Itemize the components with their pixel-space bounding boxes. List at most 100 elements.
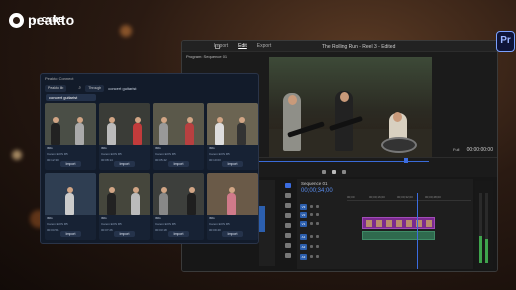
premiere-pro-logo: Pr — [496, 31, 515, 52]
track-label[interactable]: A1 — [300, 233, 307, 240]
import-button[interactable]: Import — [222, 161, 243, 167]
mute-icon[interactable] — [310, 245, 313, 248]
track-label[interactable]: V2 — [300, 211, 307, 218]
result-thumbnail[interactable] — [153, 103, 204, 145]
solo-icon[interactable] — [316, 255, 319, 258]
sequence-tab[interactable]: Sequence 01 — [297, 179, 473, 188]
ruler-mark: 00;00;32;00 — [397, 195, 413, 199]
time-ruler[interactable]: 00;00 00;00;16;00 00;00;32;00 00;00;48;0… — [347, 195, 471, 201]
result-thumbnail[interactable] — [99, 173, 150, 215]
bokeh-light — [120, 25, 132, 37]
search-icon[interactable]: ⌕ — [78, 85, 81, 91]
zoom-select[interactable]: Full — [453, 147, 459, 152]
guitarist-head — [340, 92, 349, 102]
razor-tool-icon[interactable] — [285, 213, 291, 218]
timeline-panel: Sequence 01 00;00;34;00 00;00 00;00;16;0… — [297, 179, 473, 269]
result-card[interactable]: IMG Canon EOS R5 00:09:40 Import — [207, 173, 258, 240]
search-input[interactable]: concert guitarist — [46, 94, 96, 101]
project-panel — [259, 180, 275, 266]
audio-meter-left — [479, 193, 482, 263]
lock-icon[interactable] — [310, 213, 313, 216]
result-card[interactable]: IMG Canon EOS R5 00:10:03 Import — [207, 103, 258, 170]
lock-icon[interactable] — [310, 205, 313, 208]
import-button[interactable]: Import — [60, 161, 81, 167]
brand-company: CYME — [41, 17, 64, 24]
program-monitor-label: Program: Sequence 01 — [186, 54, 228, 59]
solo-icon[interactable] — [316, 235, 319, 238]
selection-tool-icon[interactable] — [285, 183, 291, 188]
result-card[interactable]: IMG Canon EOS R5 00:08:14 Import — [99, 103, 150, 170]
hand-tool-icon[interactable] — [285, 243, 291, 248]
eye-icon[interactable] — [316, 213, 319, 216]
drum-kit — [381, 137, 417, 153]
import-button[interactable]: Import — [168, 231, 189, 237]
result-card[interactable]: IMG Canon EOS R5 00:12:30 Import — [45, 103, 96, 170]
source-select[interactable]: Peakto lib — [45, 84, 67, 92]
pen-tool-icon[interactable] — [285, 233, 291, 238]
import-button[interactable]: Import — [114, 231, 135, 237]
peakto-connect-panel: Peakto Connect Peakto lib ⌕ Through conc… — [40, 73, 259, 244]
lock-icon[interactable] — [310, 222, 313, 225]
result-card[interactable]: IMG Canon EOS R5 00:04:51 Import — [45, 173, 96, 240]
result-card[interactable]: IMG Canon EOS R5 00:07:26 Import — [99, 173, 150, 240]
solo-icon[interactable] — [316, 245, 319, 248]
step-forward-icon[interactable] — [342, 170, 346, 174]
panel-title: Peakto Connect — [45, 76, 74, 81]
slip-tool-icon[interactable] — [285, 223, 291, 228]
mute-icon[interactable] — [310, 235, 313, 238]
track-label[interactable]: V1 — [300, 220, 307, 227]
media-thumbnail[interactable] — [259, 206, 265, 232]
import-button[interactable]: Import — [168, 161, 189, 167]
track-v3: V3 — [300, 203, 471, 210]
eye-icon[interactable] — [316, 222, 319, 225]
home-icon[interactable] — [215, 44, 220, 49]
brand-byline: by CYME — [33, 17, 63, 24]
result-thumbnail[interactable] — [99, 103, 150, 145]
search-query-label: concert guitarist — [108, 85, 137, 91]
program-monitor-video — [269, 57, 432, 157]
ripple-edit-tool-icon[interactable] — [285, 203, 291, 208]
track-a2: A2 — [300, 243, 471, 250]
menu-export[interactable]: Export — [257, 43, 271, 49]
play-icon[interactable] — [332, 170, 336, 174]
result-thumbnail[interactable] — [153, 173, 204, 215]
track-label[interactable]: V3 — [300, 203, 307, 210]
track-a3: A3 — [300, 253, 471, 260]
tool-bar — [285, 183, 293, 267]
menu-edit[interactable]: Edit — [238, 43, 247, 49]
track-label[interactable]: A2 — [300, 243, 307, 250]
bokeh-light — [12, 150, 22, 160]
audio-clip[interactable] — [362, 231, 435, 240]
results-grid: IMG Canon EOS R5 00:12:30 Import IMG Can… — [45, 103, 258, 240]
result-card[interactable]: IMG Canon EOS R5 00:03:18 Import — [153, 173, 204, 240]
result-thumbnail[interactable] — [207, 103, 258, 145]
result-thumbnail[interactable] — [45, 103, 96, 145]
result-thumbnail[interactable] — [207, 173, 258, 215]
ruler-mark: 00;00 — [347, 195, 355, 199]
import-button[interactable]: Import — [114, 161, 135, 167]
audio-meters — [475, 181, 493, 269]
ruler-mark: 00;00;48;00 — [425, 195, 441, 199]
step-back-icon[interactable] — [322, 170, 326, 174]
track-select-tool-icon[interactable] — [285, 193, 291, 198]
type-tool-icon[interactable] — [285, 253, 291, 258]
mute-icon[interactable] — [310, 255, 313, 258]
import-button[interactable]: Import — [60, 231, 81, 237]
result-thumbnail[interactable] — [45, 173, 96, 215]
ruler-mark: 00;00;16;00 — [369, 195, 385, 199]
project-title: The Rolling Run - Reel 3 - Edited — [322, 44, 396, 50]
drummer-head — [393, 112, 402, 122]
import-button[interactable]: Import — [222, 231, 243, 237]
program-timecode: 00:00:00:00 — [466, 147, 493, 153]
filter-select[interactable]: Through — [85, 84, 105, 92]
eye-icon[interactable] — [316, 205, 319, 208]
brand-by: by — [33, 18, 40, 24]
sequence-timecode: 00;00;34;00 — [301, 188, 333, 194]
video-clip[interactable] — [362, 217, 435, 229]
bass-player-head — [288, 95, 297, 105]
filter-bar: Peakto lib ⌕ Through concert guitarist — [45, 84, 254, 92]
playhead-handle[interactable] — [404, 158, 408, 163]
timeline-playhead[interactable] — [417, 193, 418, 269]
track-label[interactable]: A3 — [300, 253, 307, 260]
result-card[interactable]: IMG Canon EOS R5 00:05:42 Import — [153, 103, 204, 170]
